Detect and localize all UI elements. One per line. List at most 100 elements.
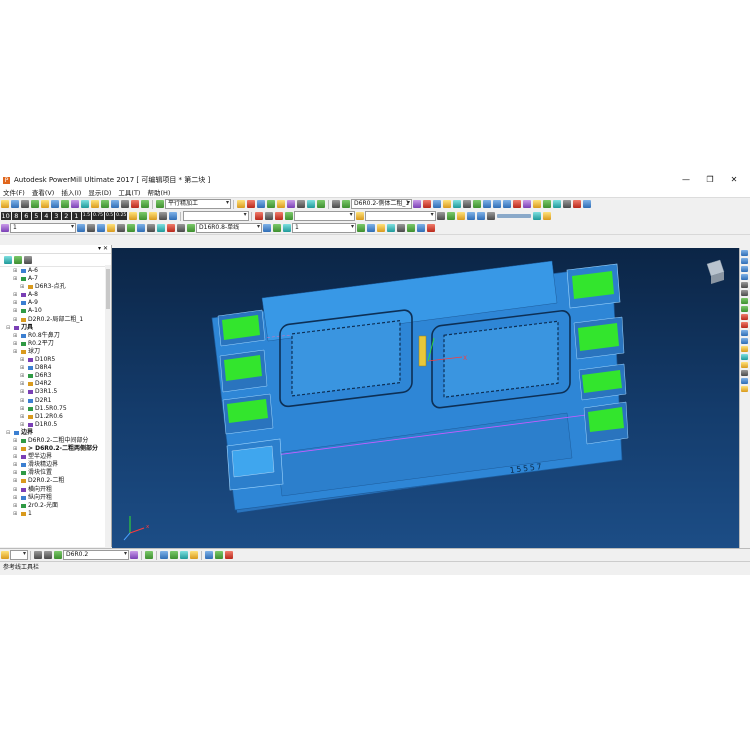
toolpath-shade-icon[interactable]	[187, 224, 195, 232]
tree-expander-icon[interactable]: ⊞	[13, 348, 17, 356]
settings-icon[interactable]	[158, 212, 167, 220]
tree-expander-icon[interactable]: ⊞	[13, 340, 17, 348]
zoom-level-0-5[interactable]: 0.5	[104, 212, 115, 220]
tree-expander-icon[interactable]: ⊞	[13, 461, 17, 469]
tree-item[interactable]: ⊟ 刀具	[0, 324, 111, 332]
tool-list-icon[interactable]	[34, 551, 42, 559]
level-close-icon[interactable]	[427, 224, 435, 232]
tree-item[interactable]: ⊞ A-9	[0, 299, 111, 307]
level-edit-icon[interactable]	[397, 224, 405, 232]
zoom-box-icon[interactable]	[741, 306, 748, 312]
simulate-icon[interactable]	[257, 200, 265, 208]
tree-expander-icon[interactable]: ⊞	[20, 356, 24, 364]
zoom-level-1[interactable]: 1	[71, 212, 81, 220]
multicolour-icon[interactable]	[741, 362, 748, 368]
zoom-in-icon[interactable]	[741, 314, 748, 320]
shade-icon[interactable]	[413, 200, 421, 208]
boundary-icon[interactable]	[91, 200, 99, 208]
tree-item[interactable]: ⊞ D8R4	[0, 364, 111, 372]
tree-expander-icon[interactable]: ⊞	[13, 494, 17, 502]
tree-expander-icon[interactable]: ⊞	[13, 267, 17, 275]
options-icon[interactable]	[264, 212, 273, 220]
speed-slider[interactable]	[496, 214, 531, 218]
boundary-tool-4-icon[interactable]	[190, 551, 198, 559]
level-new-icon[interactable]	[407, 224, 415, 232]
tree-expander-icon[interactable]: ⊞	[13, 332, 17, 340]
plain-shade-icon[interactable]	[741, 354, 748, 360]
zoom-level-6[interactable]: 6	[21, 212, 31, 220]
zoom-level-2[interactable]: 2	[61, 212, 71, 220]
maximize-button[interactable]: ❐	[698, 173, 722, 187]
model-view[interactable]: X 15557 x	[112, 248, 740, 548]
tree-scrollbar-thumb[interactable]	[106, 269, 110, 309]
wire-mode-icon[interactable]	[741, 338, 748, 344]
cancel-x-icon[interactable]	[254, 212, 263, 220]
save-icon[interactable]	[11, 200, 19, 208]
tree-expander-icon[interactable]: ⊞	[13, 307, 17, 315]
explorer-globe-icon[interactable]	[14, 256, 22, 264]
thickness-combo[interactable]	[182, 211, 249, 221]
hatch-icon[interactable]	[87, 224, 95, 232]
refresh-icon[interactable]	[513, 200, 521, 208]
pattern-icon[interactable]	[101, 200, 109, 208]
toolpath-view-icon[interactable]	[263, 224, 271, 232]
zoom-level-8[interactable]: 8	[11, 212, 21, 220]
stop-icon[interactable]	[486, 212, 495, 220]
tree-expander-icon[interactable]: ⊞	[20, 380, 24, 388]
zoom-level-1-5[interactable]: 1.5	[81, 212, 91, 220]
tree-expander-icon[interactable]: ⊞	[20, 283, 24, 291]
transform-icon[interactable]	[287, 200, 295, 208]
tree-item[interactable]: ⊞ D2R0.2-局部二粗_1	[0, 316, 111, 324]
zoom-out-icon[interactable]	[741, 322, 748, 328]
tree-expander-icon[interactable]: ⊞	[20, 405, 24, 413]
view-front-side-icon[interactable]	[741, 282, 748, 288]
tool-holder-icon[interactable]	[1, 551, 9, 559]
pattern-tool-2-icon[interactable]	[215, 551, 223, 559]
tree-expander-icon[interactable]: ⊞	[13, 486, 17, 494]
tree-item[interactable]: ⊞ D3R1.5	[0, 388, 111, 396]
tree-item[interactable]: ⊞ D1.2R0.6	[0, 413, 111, 421]
tree-expander-icon[interactable]: ⊞	[13, 510, 17, 518]
split-icon[interactable]	[317, 200, 325, 208]
tree-item[interactable]: ⊞ 纵向开粗	[0, 494, 111, 502]
tree-item[interactable]: ⊞ D6R0.2-二粗中间部分	[0, 437, 111, 445]
level-shade-icon[interactable]	[367, 224, 375, 232]
strategy-icon[interactable]	[156, 200, 164, 208]
tree-item[interactable]: ⊞ A-7	[0, 275, 111, 283]
zoom-fit-icon[interactable]	[741, 298, 748, 304]
tree-item[interactable]: ⊞ D1.5R0.75	[0, 405, 111, 413]
minimum-radius-icon[interactable]	[167, 224, 175, 232]
shade-mode-icon[interactable]	[741, 330, 748, 336]
tree-item[interactable]: ⊞ D4R2	[0, 380, 111, 388]
view-iso2-icon[interactable]	[741, 258, 748, 264]
view-iso3-icon[interactable]	[741, 266, 748, 272]
print-icon[interactable]	[21, 200, 29, 208]
tool-select-icon[interactable]	[1, 224, 9, 232]
tree-item[interactable]: ⊞ A-6	[0, 267, 111, 275]
radius-shade-icon[interactable]	[741, 378, 748, 384]
calculate-icon[interactable]	[237, 200, 245, 208]
limit-icon[interactable]	[277, 200, 285, 208]
accept-icon[interactable]	[284, 212, 293, 220]
pause-icon[interactable]	[138, 212, 147, 220]
tree-expander-icon[interactable]: ⊞	[13, 437, 17, 445]
open-project-icon[interactable]	[1, 200, 9, 208]
model-icon[interactable]	[77, 224, 85, 232]
end-point-icon[interactable]	[81, 200, 89, 208]
toolpath-combo[interactable]: D6R0.2-侧体二粗_1	[351, 199, 412, 209]
explorer-list-icon[interactable]	[24, 256, 32, 264]
verify-icon[interactable]	[247, 200, 255, 208]
surface-icon[interactable]	[127, 224, 135, 232]
tree-scrollbar[interactable]	[105, 265, 111, 547]
draft-shade-icon[interactable]	[741, 370, 748, 376]
pattern-tool-1-icon[interactable]	[205, 551, 213, 559]
tree-expander-icon[interactable]: ⊞	[13, 316, 17, 324]
snap-icon[interactable]	[436, 212, 445, 220]
zoom-level-5[interactable]: 5	[31, 212, 41, 220]
rotate-icon[interactable]	[463, 200, 471, 208]
activate-toolpath-icon[interactable]	[342, 200, 350, 208]
level-blank-icon[interactable]	[387, 224, 395, 232]
tree-expander-icon[interactable]: ⊞	[13, 299, 17, 307]
tree-item[interactable]: ⊞ D6R3	[0, 372, 111, 380]
tree-expander-icon[interactable]: ⊟	[6, 429, 10, 437]
